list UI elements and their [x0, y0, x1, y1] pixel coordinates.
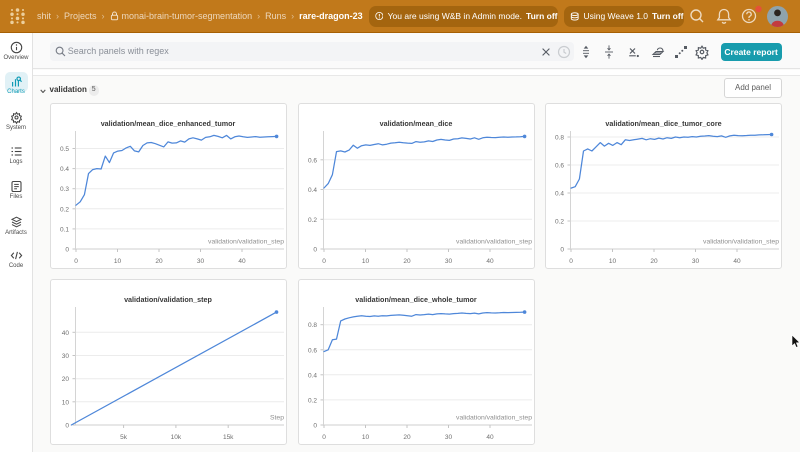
svg-text:40: 40	[238, 258, 246, 265]
svg-text:10: 10	[361, 258, 369, 265]
svg-text:20: 20	[650, 258, 658, 265]
svg-text:0.4: 0.4	[307, 372, 316, 379]
svg-text:40: 40	[486, 434, 494, 441]
svg-text:0: 0	[322, 434, 326, 441]
svg-text:0.2: 0.2	[307, 397, 316, 404]
svg-text:0.4: 0.4	[59, 166, 68, 173]
svg-text:20: 20	[155, 258, 163, 265]
svg-text:0: 0	[313, 423, 317, 430]
svg-text:0.2: 0.2	[555, 219, 564, 226]
svg-text:40: 40	[61, 330, 69, 337]
svg-text:0: 0	[74, 258, 78, 265]
svg-text:validation/validation_step: validation/validation_step	[456, 415, 532, 422]
svg-text:30: 30	[444, 434, 452, 441]
svg-text:40: 40	[486, 258, 494, 265]
svg-text:0.2: 0.2	[307, 217, 316, 224]
svg-text:5k: 5k	[120, 434, 128, 441]
svg-text:0: 0	[313, 247, 317, 254]
svg-text:0.6: 0.6	[307, 347, 316, 354]
svg-text:15k: 15k	[222, 434, 233, 441]
svg-text:30: 30	[196, 258, 204, 265]
svg-text:0.6: 0.6	[307, 157, 316, 164]
svg-text:20: 20	[403, 258, 411, 265]
svg-text:30: 30	[444, 258, 452, 265]
svg-text:0.8: 0.8	[555, 135, 564, 142]
svg-text:10: 10	[361, 434, 369, 441]
svg-text:20: 20	[61, 376, 69, 383]
svg-text:10: 10	[113, 258, 121, 265]
svg-text:10k: 10k	[170, 434, 181, 441]
svg-text:validation/validation_step: validation/validation_step	[703, 239, 779, 246]
svg-text:10: 10	[61, 399, 69, 406]
svg-text:30: 30	[61, 353, 69, 360]
svg-text:0: 0	[569, 258, 573, 265]
svg-text:0.6: 0.6	[555, 163, 564, 170]
svg-text:40: 40	[733, 258, 741, 265]
svg-text:validation/validation_step: validation/validation_step	[208, 239, 284, 246]
svg-text:0: 0	[322, 258, 326, 265]
svg-text:0.3: 0.3	[59, 186, 68, 193]
svg-text:0: 0	[65, 423, 69, 430]
svg-text:Step: Step	[270, 415, 284, 422]
svg-text:0.1: 0.1	[59, 226, 68, 233]
svg-text:0: 0	[560, 247, 564, 254]
svg-text:0.4: 0.4	[307, 187, 316, 194]
svg-text:0.8: 0.8	[307, 322, 316, 329]
svg-text:0.2: 0.2	[59, 206, 68, 213]
svg-text:validation/validation_step: validation/validation_step	[456, 239, 532, 246]
svg-text:0.5: 0.5	[59, 146, 68, 153]
svg-text:10: 10	[609, 258, 617, 265]
svg-text:0: 0	[65, 247, 69, 254]
svg-text:20: 20	[403, 434, 411, 441]
svg-text:0.4: 0.4	[555, 191, 564, 198]
svg-text:30: 30	[692, 258, 700, 265]
